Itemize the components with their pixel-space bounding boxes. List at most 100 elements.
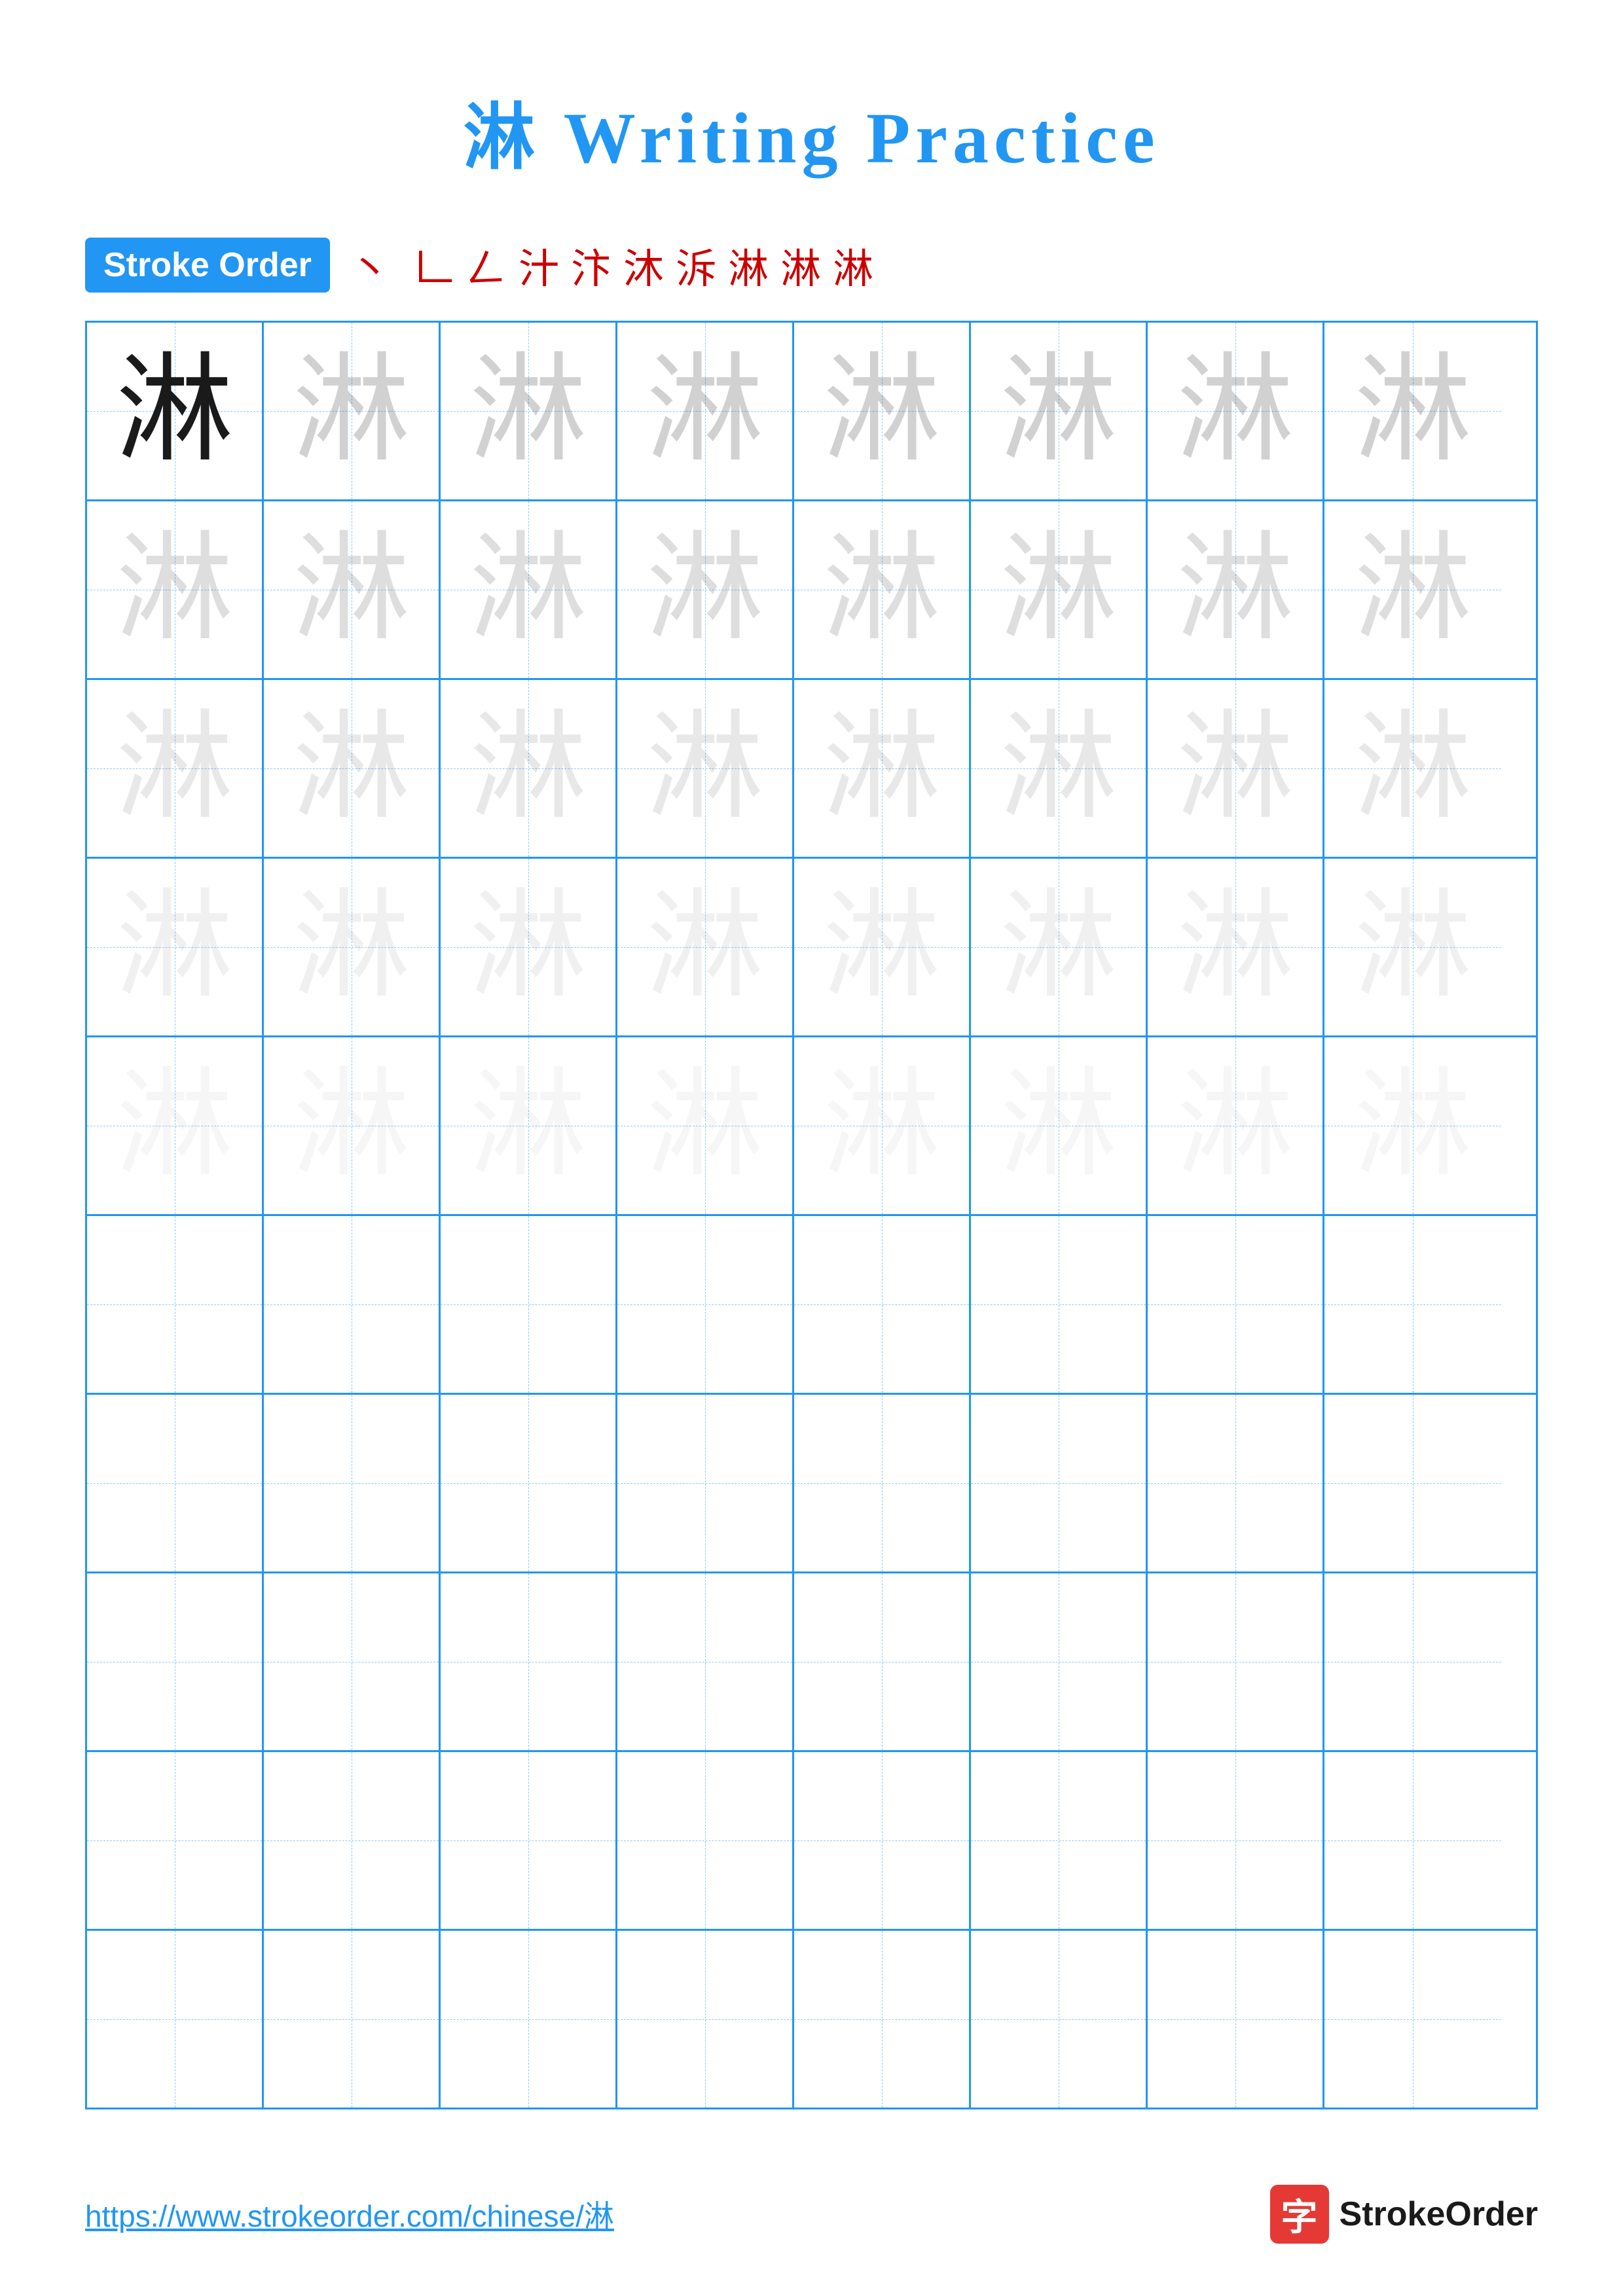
practice-cell[interactable] <box>794 1216 971 1393</box>
practice-cell: 淋 <box>1324 323 1501 499</box>
practice-cell: 淋 <box>971 859 1148 1035</box>
practice-cell: 淋 <box>87 1037 264 1214</box>
practice-cell: 淋 <box>617 1037 794 1214</box>
practice-cell: 淋 <box>264 680 441 857</box>
practice-cell[interactable] <box>971 1752 1148 1929</box>
practice-cell[interactable] <box>264 1395 441 1571</box>
practice-row-empty <box>87 1573 1536 1752</box>
practice-cell[interactable] <box>1324 1216 1501 1393</box>
practice-cell: 淋 <box>441 680 617 857</box>
practice-row-empty <box>87 1395 1536 1573</box>
practice-cell[interactable] <box>87 1573 264 1750</box>
footer-logo: 字 StrokeOrder <box>1270 2185 1538 2244</box>
practice-cell[interactable] <box>441 1216 617 1393</box>
practice-cell: 淋 <box>617 501 794 678</box>
practice-cell: 淋 <box>87 859 264 1035</box>
practice-cell: 淋 <box>794 859 971 1035</box>
practice-cell: 淋 <box>441 501 617 678</box>
practice-cell: 淋 <box>617 680 794 857</box>
practice-cell[interactable] <box>617 1573 794 1750</box>
practice-cell: 淋 <box>971 680 1148 857</box>
practice-row: 淋 淋 淋 淋 淋 淋 淋 淋 <box>87 1037 1536 1216</box>
practice-cell: 淋 <box>794 323 971 499</box>
practice-cell[interactable] <box>1324 1931 1501 2108</box>
practice-row-empty <box>87 1752 1536 1931</box>
practice-grid: 淋 淋 淋 淋 淋 淋 淋 淋 淋 淋 淋 <box>85 321 1538 2109</box>
practice-cell[interactable] <box>1148 1395 1324 1571</box>
practice-cell: 淋 <box>1148 680 1324 857</box>
practice-cell[interactable] <box>87 1931 264 2108</box>
practice-cell: 淋 <box>794 501 971 678</box>
practice-row-empty <box>87 1216 1536 1395</box>
practice-cell: 淋 <box>1324 501 1501 678</box>
practice-cell[interactable] <box>87 1216 264 1393</box>
stroke-order-section: Stroke Order 丶 𠃉 𠃊 𠃋 汁 汴 沐 泝 淋 淋 淋 <box>85 236 1538 295</box>
practice-cell: 淋 <box>441 859 617 1035</box>
practice-cell: 淋 <box>617 859 794 1035</box>
practice-cell: 淋 <box>971 1037 1148 1214</box>
practice-cell[interactable] <box>617 1931 794 2108</box>
page-title: 淋 Writing Practice <box>0 0 1623 183</box>
practice-cell[interactable] <box>1324 1752 1501 1929</box>
practice-cell[interactable] <box>794 1395 971 1571</box>
practice-cell[interactable] <box>264 1931 441 2108</box>
practice-cell[interactable] <box>1324 1573 1501 1750</box>
practice-cell[interactable] <box>441 1931 617 2108</box>
practice-cell[interactable] <box>87 1752 264 1929</box>
practice-cell[interactable] <box>1148 1931 1324 2108</box>
practice-row-empty <box>87 1931 1536 2108</box>
footer: https://www.strokeorder.com/chinese/淋 字 … <box>0 2185 1623 2244</box>
practice-cell: 淋 <box>1324 1037 1501 1214</box>
practice-cell: 淋 <box>1148 859 1324 1035</box>
practice-cell: 淋 <box>87 323 264 499</box>
practice-cell: 淋 <box>617 323 794 499</box>
practice-cell[interactable] <box>794 1573 971 1750</box>
practice-cell[interactable] <box>1148 1573 1324 1750</box>
practice-cell[interactable] <box>617 1752 794 1929</box>
strokeorder-logo-icon: 字 <box>1270 2185 1329 2244</box>
practice-cell[interactable] <box>617 1216 794 1393</box>
practice-cell[interactable] <box>441 1573 617 1750</box>
practice-row: 淋 淋 淋 淋 淋 淋 淋 淋 <box>87 501 1536 680</box>
practice-cell: 淋 <box>441 1037 617 1214</box>
practice-cell: 淋 <box>441 323 617 499</box>
practice-cell[interactable] <box>971 1573 1148 1750</box>
practice-cell: 淋 <box>1148 501 1324 678</box>
practice-cell: 淋 <box>264 859 441 1035</box>
practice-cell[interactable] <box>1148 1216 1324 1393</box>
stroke-order-badge: Stroke Order <box>85 238 330 293</box>
practice-cell: 淋 <box>794 1037 971 1214</box>
stroke-order-chars: 丶 𠃉 𠃊 𠃋 汁 汴 沐 泝 淋 淋 淋 <box>350 236 873 295</box>
practice-cell: 淋 <box>794 680 971 857</box>
practice-row: 淋 淋 淋 淋 淋 淋 淋 淋 <box>87 680 1536 859</box>
practice-cell[interactable] <box>971 1216 1148 1393</box>
practice-cell[interactable] <box>794 1752 971 1929</box>
footer-logo-text: StrokeOrder <box>1340 2195 1538 2234</box>
practice-cell: 淋 <box>971 323 1148 499</box>
practice-cell[interactable] <box>87 1395 264 1571</box>
practice-cell[interactable] <box>794 1931 971 2108</box>
practice-cell[interactable] <box>441 1752 617 1929</box>
practice-cell[interactable] <box>971 1395 1148 1571</box>
practice-cell: 淋 <box>264 501 441 678</box>
practice-cell[interactable] <box>1148 1752 1324 1929</box>
practice-row: 淋 淋 淋 淋 淋 淋 淋 淋 <box>87 859 1536 1037</box>
practice-cell: 淋 <box>87 680 264 857</box>
practice-row: 淋 淋 淋 淋 淋 淋 淋 淋 <box>87 323 1536 501</box>
practice-cell: 淋 <box>1324 859 1501 1035</box>
practice-cell: 淋 <box>1148 1037 1324 1214</box>
practice-cell: 淋 <box>1148 323 1324 499</box>
practice-cell[interactable] <box>1324 1395 1501 1571</box>
practice-cell[interactable] <box>441 1395 617 1571</box>
practice-cell[interactable] <box>264 1573 441 1750</box>
practice-cell: 淋 <box>971 501 1148 678</box>
practice-cell: 淋 <box>1324 680 1501 857</box>
practice-cell[interactable] <box>264 1752 441 1929</box>
practice-cell: 淋 <box>264 1037 441 1214</box>
practice-cell[interactable] <box>971 1931 1148 2108</box>
practice-cell: 淋 <box>87 501 264 678</box>
practice-cell: 淋 <box>264 323 441 499</box>
practice-cell[interactable] <box>617 1395 794 1571</box>
footer-url-link[interactable]: https://www.strokeorder.com/chinese/淋 <box>85 2193 614 2236</box>
practice-cell[interactable] <box>264 1216 441 1393</box>
